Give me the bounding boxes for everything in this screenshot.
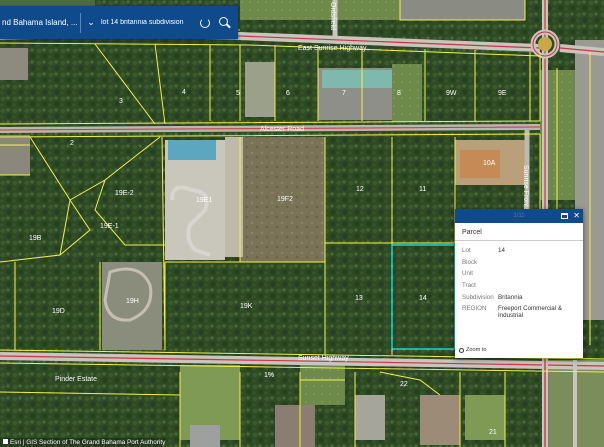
search-icon[interactable] [218, 16, 232, 30]
parcel-label: 19E1 [196, 197, 212, 204]
parcel-label: 2 [70, 140, 74, 147]
app-title: nd Bahama Island, ... [2, 18, 78, 27]
loading-spinner-icon [200, 17, 210, 28]
parcel-label: 4 [182, 89, 186, 96]
parcel-label: 7 [342, 90, 346, 97]
attribute-row: Unit [462, 270, 573, 282]
parcel-label: 8 [397, 90, 401, 97]
parcel-label: 19F2 [277, 196, 293, 203]
attribute-value: Britannia [498, 293, 523, 301]
parcel-label: 12 [356, 186, 364, 193]
parcel-label: 6 [286, 90, 290, 97]
zoom-icon [459, 347, 464, 353]
attribute-label: Block [462, 258, 478, 266]
parcel-label: 19B [29, 235, 42, 242]
app-header: nd Bahama Island, ... ⌄ lot 14 britannia… [0, 6, 238, 39]
attribute-value: 14 [498, 247, 505, 254]
parcel-popup: 1/11 ✕ Parcel Lot 14 Block Unit Tract Sub… [455, 209, 583, 358]
popup-feature-count: 1/11 [513, 213, 525, 219]
parcel-label: 9W [446, 90, 457, 97]
road-label: Alcester Road [260, 126, 304, 133]
parcel-label: 11 [419, 186, 426, 193]
attribute-value [498, 282, 573, 294]
attribute-row: Lot 14 [462, 247, 573, 259]
attribute-label: Tract [462, 282, 476, 290]
parcel-label: 5 [236, 90, 240, 97]
popup-title: Parcel [455, 223, 583, 241]
parcel-label: 13 [355, 295, 363, 302]
road-label: Ordsfield [329, 2, 336, 30]
parcel-label: Pinder Estate [55, 376, 97, 383]
attribute-row: Block [462, 259, 573, 271]
attribute-label: Unit [462, 270, 474, 278]
esri-logo-icon [3, 439, 8, 444]
parcel-label: 22 [400, 381, 408, 388]
attribute-row: Tract [462, 282, 573, 294]
parcel-label: 9E [498, 90, 507, 97]
map-attribution: Esri | GIS Section of The Grand Bahama P… [0, 438, 166, 447]
road-label: East Sunrise Highway [298, 45, 367, 52]
attribute-row: REGION Freeport Commercial & Industrial [462, 305, 573, 319]
parcel-label: 21 [489, 429, 497, 436]
parcel-label: 3 [119, 98, 123, 105]
attribute-value [498, 270, 573, 282]
chevron-down-icon[interactable]: ⌄ [81, 17, 101, 28]
parcel-label: 19D [52, 308, 65, 315]
road-label: Sunset Highway [298, 355, 349, 362]
attribute-value [498, 259, 573, 271]
attribute-label: REGION [462, 305, 487, 313]
attribute-row: Subdivision Britannia [462, 294, 573, 306]
parcel-label: 19E-2 [115, 190, 134, 197]
parcel-label: 1% [264, 372, 274, 379]
attribution-text: Esri | GIS Section of The Grand Bahama P… [10, 439, 166, 446]
parcel-label: 10A [483, 160, 496, 167]
parcel-label: 19H [126, 298, 139, 305]
attribute-value: Freeport Commercial & Industrial [498, 305, 562, 320]
search-box[interactable]: ⌄ lot 14 britannia subdivision [81, 6, 238, 39]
zoom-to-link[interactable]: Zoom to [459, 347, 487, 353]
zoom-to-label: Zoom to [466, 347, 487, 353]
parcel-label: 19E-1 [100, 223, 119, 230]
attribute-label: Subdivision [462, 293, 494, 301]
search-input[interactable]: lot 14 britannia subdivision [101, 19, 200, 26]
popup-attributes: Lot 14 Block Unit Tract Subdivision Britan… [462, 247, 573, 319]
attribute-label: Lot [462, 247, 471, 254]
popup-header: 1/11 ✕ [455, 209, 583, 223]
parcel-label: 19K [240, 303, 253, 310]
parcel-label: 14 [419, 295, 427, 302]
